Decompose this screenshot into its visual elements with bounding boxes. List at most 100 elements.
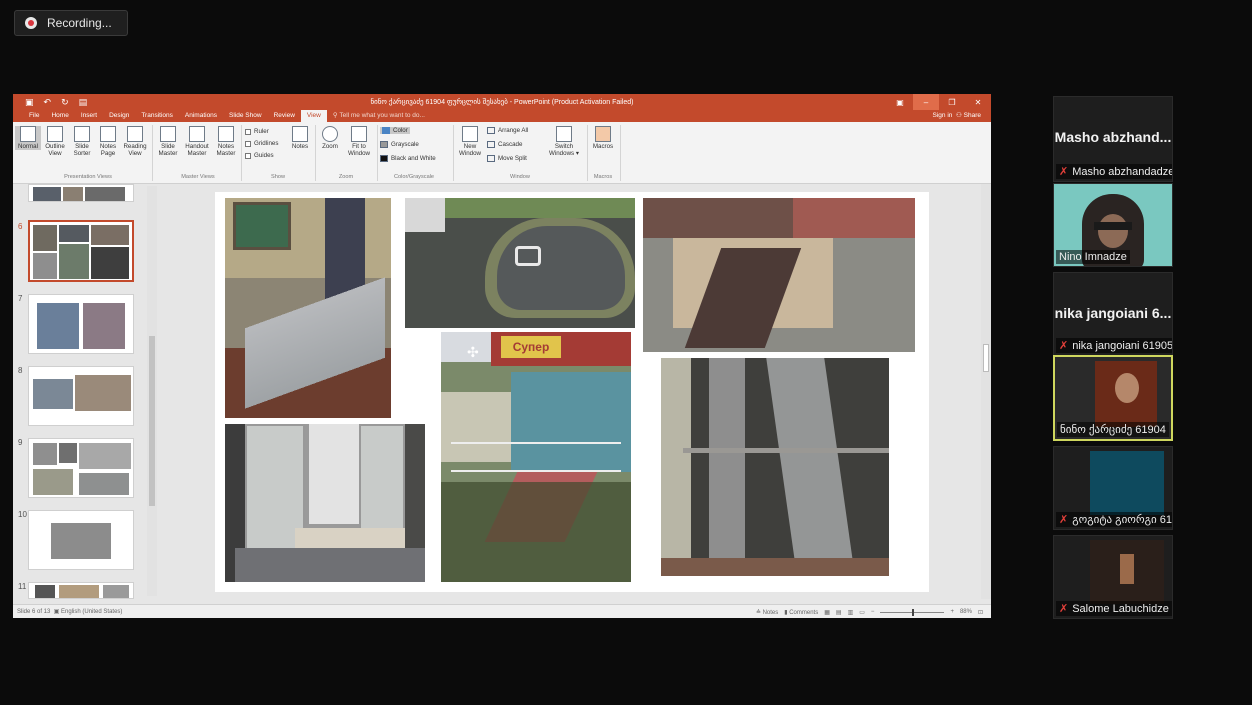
slide-number: 6 <box>18 222 23 231</box>
muted-mic-icon: ✗ <box>1059 514 1069 526</box>
participant-name-label: ✗ გოგიტა გიორგი 61904 <box>1056 512 1172 527</box>
photo-stair-ramp[interactable] <box>643 198 915 352</box>
slide-thumbnail-9[interactable] <box>28 438 134 498</box>
ruler-checkbox[interactable]: Ruler <box>245 128 269 135</box>
participant-tile-video[interactable]: Nino Imnadze <box>1053 183 1173 267</box>
tell-me-text: Tell me what you want to do... <box>339 112 425 119</box>
slide-thumbnail-5[interactable] <box>28 184 134 202</box>
participant-name-label: ნინო ქარციძე 61904 <box>1057 422 1169 437</box>
zoom-slider[interactable] <box>880 608 945 616</box>
new-window-icon <box>462 126 478 142</box>
participant-name-label: ✗ nika jangoiani 61905 <box>1056 338 1172 353</box>
participant-tile[interactable]: Masho abzhand... ✗ Masho abzhandadze ... <box>1053 96 1173 182</box>
tab-home[interactable]: Home <box>45 110 74 122</box>
share-button[interactable]: Share <box>964 112 981 119</box>
muted-mic-icon: ✗ <box>1059 340 1069 352</box>
switch-windows-icon <box>556 126 572 142</box>
notes-toggle[interactable]: ≙ Notes <box>756 609 778 616</box>
zoom-button[interactable]: Zoom <box>318 126 342 150</box>
reading-view-icon <box>127 126 143 142</box>
mouse-cursor-icon: ✣ <box>467 344 479 360</box>
fit-slide-icon[interactable]: ⊡ <box>978 609 983 616</box>
recording-indicator[interactable]: Recording... <box>14 10 128 36</box>
tab-design[interactable]: Design <box>103 110 135 122</box>
photo-accessible-parking[interactable] <box>405 198 635 328</box>
group-window: Window <box>510 174 530 180</box>
reading-view-status-icon[interactable]: ▥ <box>848 609 854 616</box>
slide-sorter-status-icon[interactable]: ▤ <box>836 609 842 616</box>
notes-icon <box>292 126 308 142</box>
tab-view[interactable]: View <box>300 110 327 122</box>
slide-thumbnail-7[interactable] <box>28 294 134 354</box>
thumbnails-scrollbar[interactable] <box>147 186 157 596</box>
tell-me-box[interactable]: ⚲ Tell me what you want to do... <box>327 110 425 122</box>
notes-button[interactable]: Notes <box>289 126 311 150</box>
tab-insert[interactable]: Insert <box>75 110 103 122</box>
outline-view-button[interactable]: Outline View <box>42 126 68 157</box>
spellcheck-icon[interactable]: ▣ <box>54 608 60 615</box>
slide-master-button[interactable]: Slide Master <box>155 126 181 157</box>
notes-master-button[interactable]: Notes Master <box>213 126 239 157</box>
recording-label: Recording... <box>47 16 112 30</box>
group-zoom: Zoom <box>338 174 354 180</box>
slide-counter: Slide 6 of 13 <box>17 608 51 615</box>
slideshow-status-icon[interactable]: ▭ <box>859 609 865 616</box>
slide-sorter-button[interactable]: Slide Sorter <box>69 126 95 157</box>
photo-entrance-doors[interactable] <box>225 424 425 582</box>
normal-view-button[interactable]: Normal <box>15 126 41 150</box>
participant-tile-video[interactable]: ✗ Salome Labuchidze <box>1053 535 1173 619</box>
guides-checkbox[interactable]: Guides <box>245 152 274 159</box>
slide-editing-area: Супер ✣ <box>163 184 981 599</box>
handout-master-button[interactable]: Handout Master <box>183 126 211 157</box>
slide-thumbnail-6[interactable] <box>28 220 134 282</box>
fit-to-window-button[interactable]: Fit to Window <box>344 126 374 157</box>
shop-sign-text: Супер <box>501 336 561 358</box>
tab-review[interactable]: Review <box>268 110 301 122</box>
grayscale-button[interactable]: Grayscale <box>380 141 419 148</box>
zoom-out-button[interactable]: − <box>871 609 875 615</box>
macros-button[interactable]: Macros <box>590 126 616 150</box>
minimize-button[interactable]: – <box>913 94 939 110</box>
notes-page-button[interactable]: Notes Page <box>96 126 120 157</box>
participant-tile-video[interactable]: ✗ გოგიტა გიორგი 61904 <box>1053 446 1173 530</box>
tab-slide-show[interactable]: Slide Show <box>223 110 268 122</box>
color-button[interactable]: Color <box>380 127 410 134</box>
language-indicator[interactable]: English (United States) <box>61 609 122 615</box>
close-button[interactable]: ✕ <box>965 94 991 110</box>
switch-windows-button[interactable]: Switch Windows ▾ <box>545 126 583 157</box>
comments-toggle[interactable]: ▮ Comments <box>784 609 818 616</box>
tab-transitions[interactable]: Transitions <box>135 110 179 122</box>
group-color-grayscale: Color/Grayscale <box>393 174 435 180</box>
slide-thumbnail-11[interactable] <box>28 582 134 599</box>
gridlines-checkbox[interactable]: Gridlines <box>245 140 278 147</box>
slide-thumbnails-pane: 6 7 8 9 10 11 <box>13 184 160 599</box>
slide-scrollbar[interactable] <box>981 184 991 599</box>
zoom-in-button[interactable]: + <box>950 609 954 615</box>
zoom-level[interactable]: 88% <box>960 609 972 615</box>
arrange-all-button[interactable]: Arrange All <box>487 127 528 134</box>
move-split-button[interactable]: Move Split <box>487 155 527 162</box>
participant-tile[interactable]: nika jangoiani 6... ✗ nika jangoiani 619… <box>1053 272 1173 356</box>
photo-indoor-ramp[interactable] <box>225 198 391 418</box>
slide-master-icon <box>160 126 176 142</box>
notes-master-icon <box>218 126 234 142</box>
slide-thumbnail-10[interactable] <box>28 510 134 570</box>
share-icon: ⚇ <box>956 112 962 119</box>
reading-view-button[interactable]: Reading View <box>121 126 149 157</box>
cascade-button[interactable]: Cascade <box>487 141 522 148</box>
black-and-white-button[interactable]: Black and White <box>380 155 436 162</box>
tab-file[interactable]: File <box>23 110 45 122</box>
participant-name-label: ✗ Masho abzhandadze ... <box>1056 164 1172 179</box>
restore-button[interactable]: ❐ <box>939 94 965 110</box>
tab-animations[interactable]: Animations <box>179 110 223 122</box>
new-window-button[interactable]: New Window <box>456 126 484 157</box>
slide-thumbnail-8[interactable] <box>28 366 134 426</box>
slide-canvas: Супер ✣ <box>215 192 929 592</box>
photo-steps-handrail[interactable] <box>661 358 889 576</box>
ribbon-display-icon[interactable]: ▣ <box>887 94 913 110</box>
sign-in-link[interactable]: Sign in <box>933 112 953 119</box>
participant-tile-active-speaker[interactable]: ნინო ქარციძე 61904 <box>1053 355 1173 441</box>
normal-view-status-icon[interactable]: ▦ <box>824 609 830 616</box>
photo-shop-entrance-ramp[interactable]: Супер <box>441 332 631 582</box>
ribbon-tabs: File Home Insert Design Transitions Anim… <box>13 110 991 122</box>
